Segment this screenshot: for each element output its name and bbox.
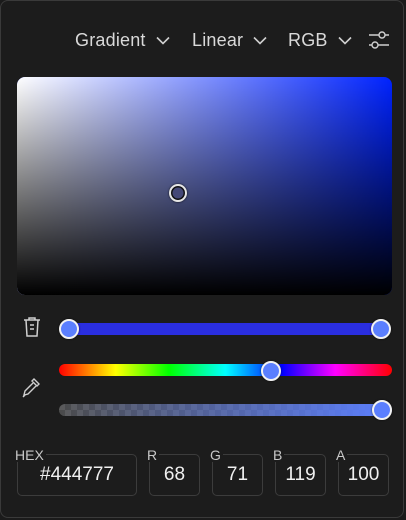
sv-picker-thumb[interactable]: [169, 183, 188, 202]
color-model-label: RGB: [288, 29, 328, 50]
alpha-gradient: [59, 404, 392, 416]
chevron-down-icon: [338, 36, 352, 45]
color-model-dropdown[interactable]: RGB: [288, 27, 352, 53]
mode-dropdown[interactable]: Gradient: [75, 27, 170, 53]
delete-stop-button[interactable]: [19, 316, 45, 342]
gradient-type-dropdown[interactable]: Linear: [192, 27, 267, 53]
hue-slider-thumb[interactable]: [260, 361, 281, 381]
b-label: B: [271, 447, 285, 463]
a-input[interactable]: [339, 464, 388, 486]
chevron-down-icon: [156, 36, 170, 45]
hex-input[interactable]: [18, 464, 136, 486]
trash-icon: [22, 316, 42, 343]
r-input[interactable]: [150, 464, 199, 486]
mode-dropdown-label: Gradient: [75, 29, 146, 50]
g-label: G: [208, 447, 223, 463]
sv-black-layer: [17, 77, 392, 295]
gradient-type-label: Linear: [192, 29, 244, 50]
g-input[interactable]: [213, 464, 262, 486]
hue-slider[interactable]: [59, 364, 392, 376]
sliders-settings-icon: [367, 31, 391, 55]
a-label: A: [334, 447, 348, 463]
eyedropper-button[interactable]: [18, 377, 44, 403]
chevron-down-icon: [253, 36, 267, 45]
settings-sliders-button[interactable]: [367, 29, 391, 51]
eyedropper-icon: [20, 376, 42, 405]
gradient-stop-handle-end[interactable]: [371, 319, 391, 339]
alpha-slider-thumb[interactable]: [372, 400, 392, 420]
r-label: R: [145, 447, 160, 463]
gradient-stop-handle-start[interactable]: [59, 319, 79, 339]
saturation-value-area[interactable]: [17, 77, 392, 295]
b-input[interactable]: [276, 464, 325, 486]
hex-label: HEX: [13, 447, 46, 463]
alpha-slider[interactable]: [59, 404, 392, 416]
gradient-stops-bar[interactable]: [63, 323, 381, 335]
color-picker-panel: Gradient Linear RGB #444777 HEX 68 R 71 …: [0, 0, 404, 518]
